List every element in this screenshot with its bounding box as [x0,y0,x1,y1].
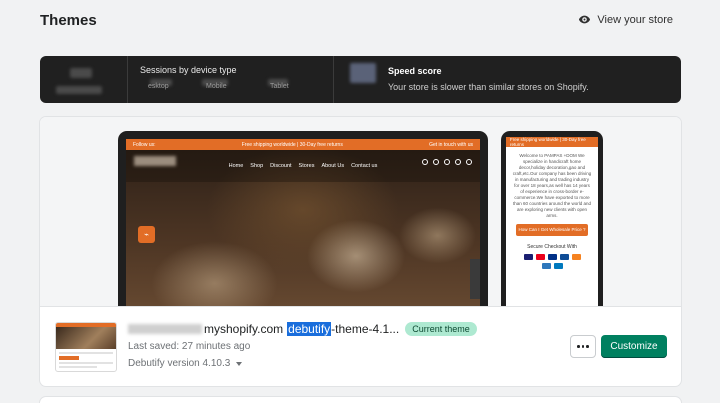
last-saved: Last saved: 27 minutes ago [128,341,251,352]
redacted-store-name [128,324,202,334]
discover-icon [571,254,581,260]
nav-item: Discount [270,163,292,169]
payment-icons [506,254,598,260]
hero-cta-icon: ⌁ [138,226,155,243]
ellipsis-icon [577,345,580,348]
nav-item: Stores [298,163,315,169]
mastercard-icon [535,254,545,260]
speed-description: Your store is slower than similar stores… [388,82,589,92]
stats-bar: Sessions by device type esktop Mobile Ta… [40,56,681,103]
sessions-title: Sessions by device type [140,65,237,75]
store-logo [134,156,176,166]
theme-name-highlight: debutify [287,322,332,336]
account-icon [422,159,428,165]
caret-down-icon [236,361,243,366]
theme-version-dropdown[interactable]: Debutify version 4.10.3 [128,358,243,369]
mobile-preview-screen: Free shipping worldwide | 30-Day free re… [506,137,598,306]
theme-preview[interactable]: Follow us: Free shipping worldwide | 30-… [40,117,681,307]
paypal-icon [547,254,557,260]
device-label-tablet: Tablet [270,83,289,90]
follow-us-label: Follow us: [133,141,156,148]
announcement-text: Free shipping worldwide | 30-Day free re… [241,141,343,148]
discount-side-tab [470,259,480,299]
stat-speed[interactable]: Speed score Your store is slower than si… [334,56,681,103]
desktop-preview: Follow us: Free shipping worldwide | 30-… [118,131,488,306]
cart-icon [466,159,472,165]
eye-icon [579,15,591,24]
nav-item: Shop [250,163,264,169]
current-theme-badge: Current theme [405,322,477,336]
nav-icons [422,159,472,165]
more-actions-button[interactable] [570,335,596,358]
search-icon [444,159,450,165]
mobile-about-text: Welcome to PAMPAS +DOM We specialize in … [512,153,592,218]
visa-icon [523,254,533,260]
jcb-icon [559,254,569,260]
stat-sessions-total [40,56,128,103]
announcement-bar: Follow us: Free shipping worldwide | 30-… [126,139,480,150]
theme-name-rest: -theme-4.1... [331,322,400,336]
current-theme-card: Follow us: Free shipping worldwide | 30-… [40,117,681,386]
speed-score-icon [350,63,376,83]
nav-item: Home [228,163,244,169]
next-section-card [40,397,681,403]
desktop-preview-screen: Follow us: Free shipping worldwide | 30-… [126,139,480,306]
payment-icons-row-2 [506,263,598,269]
device-label-mobile: Mobile [206,83,227,90]
mobile-announcement: Free shipping worldwide | 30-Day free re… [506,137,598,147]
page-title: Themes [40,12,97,29]
theme-version-label: Debutify version 4.10.3 [128,358,231,369]
contact-text: Get in touch with us [429,141,473,148]
nav-item: Contact us [351,163,378,169]
theme-domain: myshopify.com [204,322,284,336]
theme-name: myshopify.com debutify -theme-4.1... Cur… [128,322,477,336]
speed-title: Speed score [388,66,442,76]
device-label-desktop: esktop [148,83,169,90]
customize-button[interactable]: Customize [601,335,667,358]
view-store-link[interactable]: View your store [578,13,673,26]
mobile-preview: Free shipping worldwide | 30-Day free re… [501,131,603,306]
store-nav: Home Shop Discount Stores About Us Conta… [126,150,480,182]
theme-thumbnail[interactable] [55,322,117,372]
wishlist-icon [433,159,439,165]
mobile-checkout-title: Secure Checkout With [527,244,577,250]
globe-icon [455,159,461,165]
theme-info-row: myshopify.com debutify -theme-4.1... Cur… [40,307,681,386]
diners-icon [553,263,563,269]
stat-sessions-device[interactable]: Sessions by device type esktop Mobile Ta… [128,56,334,103]
nav-item: About Us [321,163,345,169]
amex-icon [541,263,551,269]
view-store-label: View your store [597,13,673,26]
mobile-cta-button: How Can I Get Wholesale Price ? [516,224,588,236]
